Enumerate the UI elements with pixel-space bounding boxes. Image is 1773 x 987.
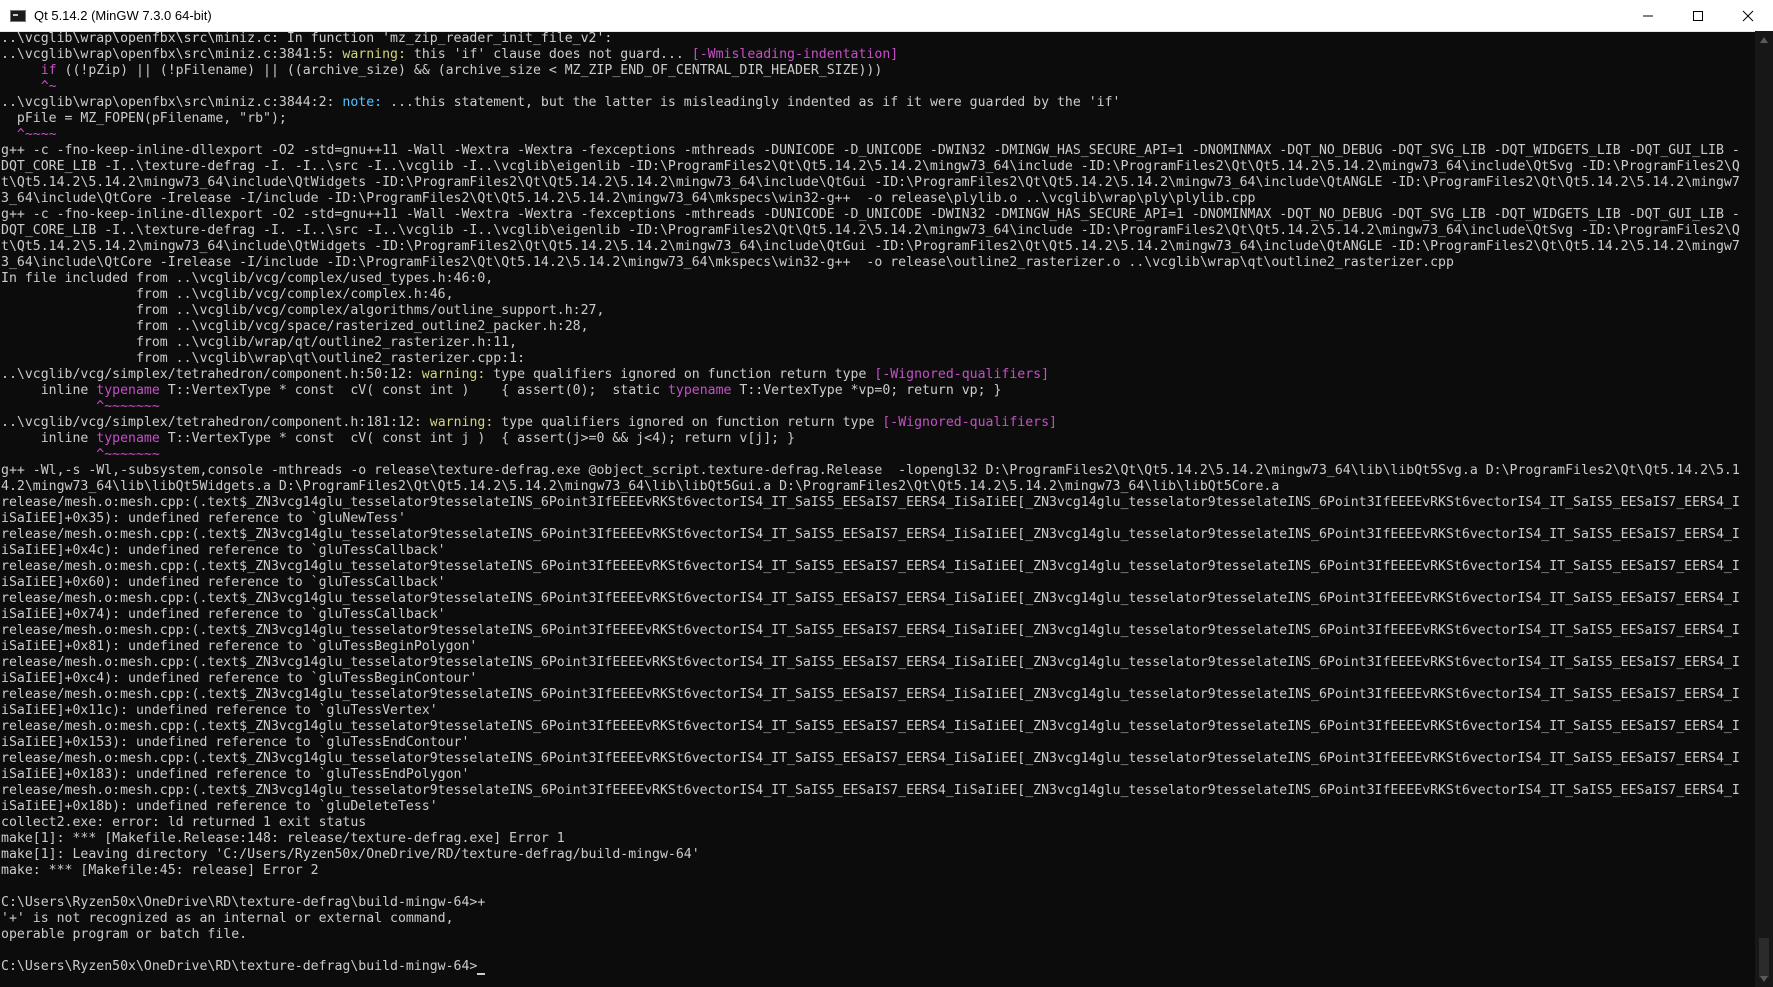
maximize-button[interactable] <box>1673 0 1723 31</box>
vertical-scrollbar[interactable] <box>1755 31 1773 987</box>
terminal-line: release/mesh.o:mesh.cpp:(.text$_ZN3vcg14… <box>1 591 1740 606</box>
terminal-line: iSaIiEE]+0x4c): undefined reference to `… <box>1 543 446 558</box>
text-cursor <box>477 973 486 975</box>
terminal-line: release/mesh.o:mesh.cpp:(.text$_ZN3vcg14… <box>1 495 1740 510</box>
terminal-line: ..\vcglib\wrap\openfbx\src\miniz.c:3844:… <box>1 95 1121 110</box>
terminal-line: 3_64\include\QtCore -Irelease -I/include… <box>1 255 1454 270</box>
minimize-button[interactable] <box>1623 0 1673 31</box>
terminal-line: '+' is not recognized as an internal or … <box>1 911 454 926</box>
terminal-line: from ..\vcglib/wrap/qt/outline2_rasteriz… <box>1 335 518 350</box>
terminal-line: release/mesh.o:mesh.cpp:(.text$_ZN3vcg14… <box>1 527 1740 542</box>
terminal-line: collect2.exe: error: ld returned 1 exit … <box>1 815 367 830</box>
scroll-down-button[interactable] <box>1755 970 1773 987</box>
terminal-line: DQT_CORE_LIB -I..\texture-defrag -I. -I.… <box>1 159 1740 174</box>
terminal-line: 3_64\include\QtCore -Irelease -I/include… <box>1 191 1256 206</box>
terminal-line: ..\vcglib/vcg/simplex/tetrahedron/compon… <box>1 367 1050 382</box>
scroll-up-arrow-icon <box>1760 36 1768 43</box>
terminal-line: from ..\vcglib/vcg/complex/algorithms/ou… <box>1 303 605 318</box>
terminal-line: release/mesh.o:mesh.cpp:(.text$_ZN3vcg14… <box>1 687 1740 702</box>
terminal-line: iSaIiEE]+0x60): undefined reference to `… <box>1 575 446 590</box>
close-icon <box>1742 10 1754 21</box>
terminal-line: C:\Users\Ryzen50x\OneDrive\RD\texture-de… <box>1 959 1740 975</box>
maximize-icon <box>1693 10 1703 21</box>
console-window: Qt 5.14.2 (MinGW 7.3.0 64-bit) ..\vcglib… <box>0 0 1773 987</box>
terminal-line: g++ -c -fno-keep-inline-dllexport -O2 -s… <box>1 143 1740 158</box>
terminal-line: from ..\vcglib/vcg/space/rasterized_outl… <box>1 319 589 334</box>
terminal-line: ..\vcglib\wrap\openfbx\src\miniz.c:3841:… <box>1 47 899 62</box>
terminal-line: 4.2\mingw73_64\lib\libQt5Widgets.a D:\Pr… <box>1 479 1280 494</box>
terminal-line: iSaIiEE]+0xc4): undefined reference to `… <box>1 671 478 686</box>
terminal-line: if ((!pZip) || (!pFilename) || ((archive… <box>40 63 883 78</box>
terminal-line: ^~~~~~~~ <box>1 399 160 414</box>
terminal-line: g++ -c -fno-keep-inline-dllexport -O2 -s… <box>1 207 1740 222</box>
terminal-line: pFile = MZ_FOPEN(pFilename, "rb"); <box>1 111 287 126</box>
terminal-line: ^~ <box>1 79 57 94</box>
terminal-line: make: *** [Makefile:45: release] Error 2 <box>1 863 319 878</box>
terminal-line: operable program or batch file. <box>1 927 248 942</box>
terminal-line: t\Qt5.14.2\5.14.2\mingw73_64\include\QtW… <box>1 175 1740 190</box>
terminal-line: release/mesh.o:mesh.cpp:(.text$_ZN3vcg14… <box>1 719 1740 734</box>
terminal-line: iSaIiEE]+0x183): undefined reference to … <box>1 767 470 782</box>
close-button[interactable] <box>1723 0 1773 31</box>
terminal-line: release/mesh.o:mesh.cpp:(.text$_ZN3vcg14… <box>1 655 1740 670</box>
terminal-output[interactable]: ..\vcglib\wrap\openfbx\src\miniz.c: In f… <box>0 31 1755 987</box>
terminal-line: make[1]: Leaving directory 'C:/Users/Ryz… <box>1 847 700 862</box>
terminal-line: iSaIiEE]+0x153): undefined reference to … <box>1 735 470 750</box>
terminal-line: release/mesh.o:mesh.cpp:(.text$_ZN3vcg14… <box>1 751 1740 766</box>
terminal-line: g++ -Wl,-s -Wl,-subsystem,console -mthre… <box>1 463 1740 478</box>
terminal-line: release/mesh.o:mesh.cpp:(.text$_ZN3vcg14… <box>1 623 1740 638</box>
terminal-line: from ..\vcglib\wrap\qt\outline2_rasteriz… <box>1 351 526 366</box>
terminal-line: iSaIiEE]+0x18b): undefined reference to … <box>1 799 438 814</box>
scroll-up-button[interactable] <box>1755 31 1773 48</box>
terminal-line: ^~~~~~~~ <box>1 447 160 462</box>
terminal-line: inline typename T::VertexType * const cV… <box>1 383 1002 398</box>
terminal-line: from ..\vcglib/vcg/complex/complex.h:46, <box>1 287 454 302</box>
window-title: Qt 5.14.2 (MinGW 7.3.0 64-bit) <box>34 8 212 23</box>
terminal-line: iSaIiEE]+0x81): undefined reference to `… <box>1 639 478 654</box>
terminal-line: iSaIiEE]+0x11c): undefined reference to … <box>1 703 438 718</box>
title-bar[interactable]: Qt 5.14.2 (MinGW 7.3.0 64-bit) <box>0 0 1773 32</box>
terminal-line: release/mesh.o:mesh.cpp:(.text$_ZN3vcg14… <box>1 783 1740 798</box>
terminal-line: release/mesh.o:mesh.cpp:(.text$_ZN3vcg14… <box>1 559 1740 574</box>
terminal-line: t\Qt5.14.2\5.14.2\mingw73_64\include\QtW… <box>1 239 1740 254</box>
terminal-line: ^~~~~ <box>1 127 57 142</box>
terminal-line: ..\vcglib\wrap\openfbx\src\miniz.c: In f… <box>1 31 613 46</box>
terminal-line: iSaIiEE]+0x74): undefined reference to `… <box>1 607 446 622</box>
terminal-line: ..\vcglib/vcg/simplex/tetrahedron/compon… <box>1 415 1057 430</box>
terminal-line: In file included from ..\vcglib/vcg/comp… <box>1 271 494 286</box>
terminal-line: make[1]: *** [Makefile.Release:148: rele… <box>1 831 565 846</box>
terminal-line: iSaIiEE]+0x35): undefined reference to `… <box>1 511 406 526</box>
console-icon <box>10 9 26 22</box>
window-controls <box>1623 0 1773 31</box>
terminal-line: C:\Users\Ryzen50x\OneDrive\RD\texture-de… <box>1 895 486 910</box>
terminal-lines: ..\vcglib\wrap\openfbx\src\miniz.c: In f… <box>1 31 1740 975</box>
scroll-down-arrow-icon <box>1760 975 1768 982</box>
minimize-icon <box>1643 15 1653 16</box>
terminal-line: inline typename T::VertexType * const cV… <box>1 431 795 446</box>
terminal-line: DQT_CORE_LIB -I..\texture-defrag -I. -I.… <box>1 223 1740 238</box>
